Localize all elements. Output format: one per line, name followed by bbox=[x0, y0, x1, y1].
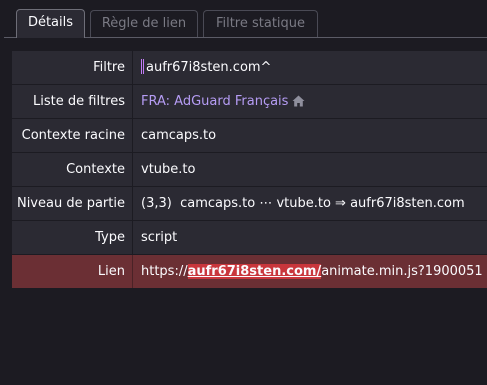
row-label: Type bbox=[12, 221, 133, 254]
context-value: vtube.to bbox=[141, 162, 196, 177]
filter-list-value: FRA: AdGuard Français bbox=[134, 85, 487, 118]
row-label: Liste de filtres bbox=[12, 85, 133, 118]
row-link: Lien https://aufr67i8sten.com/animate.mi… bbox=[12, 255, 487, 288]
row-filter: Filtre aufr67i8sten.com^ bbox=[12, 51, 487, 84]
filter-marker-icon bbox=[141, 59, 144, 74]
link-value[interactable]: https://aufr67i8sten.com/animate.min.js?… bbox=[134, 255, 487, 288]
row-label: Contexte bbox=[12, 153, 133, 186]
tab-details[interactable]: Détails bbox=[16, 9, 85, 38]
party-level-value: (3,3) camcaps.to ⋯ vtube.to ⇒ aufr67i8st… bbox=[141, 196, 465, 211]
tab-static-filter[interactable]: Filtre statique bbox=[203, 10, 318, 37]
filter-value[interactable]: aufr67i8sten.com^ bbox=[134, 51, 487, 84]
link-prefix: https:// bbox=[141, 264, 188, 279]
tab-bar: Détails Règle de lien Filtre statique bbox=[0, 0, 487, 38]
row-type: Type script bbox=[12, 221, 487, 254]
row-root-context: Contexte racine camcaps.to bbox=[12, 119, 487, 152]
filter-list-link[interactable]: FRA: AdGuard Français bbox=[141, 94, 288, 109]
row-party-level: Niveau de partie (3,3) camcaps.to ⋯ vtub… bbox=[12, 187, 487, 220]
home-icon[interactable] bbox=[292, 87, 305, 118]
link-suffix: animate.min.js?1900051 bbox=[321, 264, 483, 279]
tab-link-rule[interactable]: Règle de lien bbox=[90, 10, 198, 37]
logger-details-panel: Détails Règle de lien Filtre statique Fi… bbox=[0, 0, 487, 385]
row-filter-list: Liste de filtres FRA: AdGuard Français bbox=[12, 85, 487, 118]
row-label: Contexte racine bbox=[12, 119, 133, 152]
root-context-value: camcaps.to bbox=[141, 128, 217, 143]
filter-text: aufr67i8sten.com^ bbox=[146, 60, 272, 75]
type-value: script bbox=[141, 230, 178, 245]
row-label: Lien bbox=[12, 255, 133, 288]
row-label: Filtre bbox=[12, 51, 133, 84]
row-label: Niveau de partie bbox=[12, 187, 133, 220]
row-context: Contexte vtube.to bbox=[12, 153, 487, 186]
link-highlighted-domain: aufr67i8sten.com/ bbox=[187, 264, 322, 279]
